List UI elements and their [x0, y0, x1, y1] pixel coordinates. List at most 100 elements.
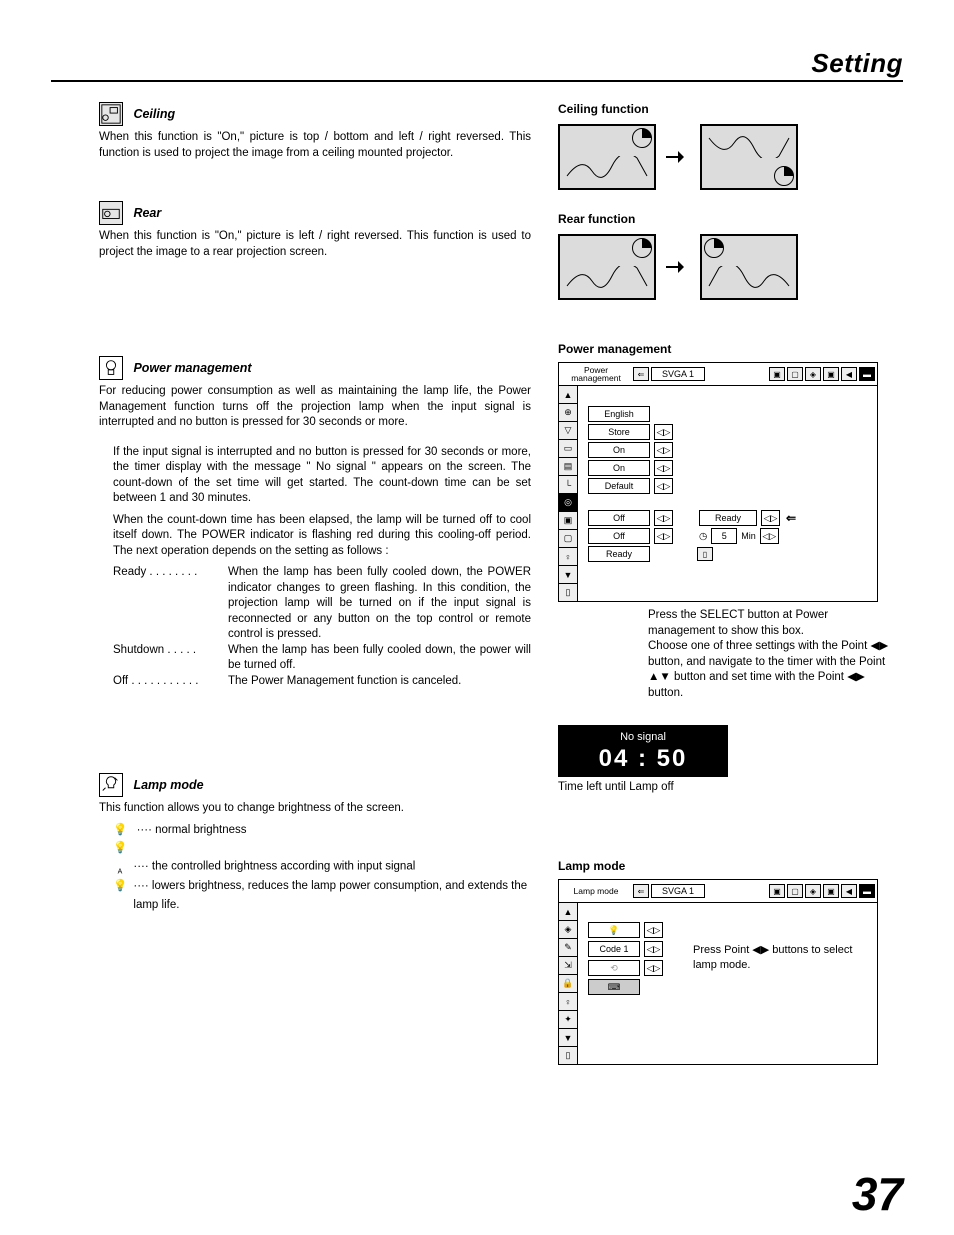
- pm-row-default: Default: [588, 478, 650, 494]
- osd-nav-icon: ⊕: [559, 404, 577, 422]
- ceiling-diagram: [558, 124, 898, 190]
- power-mgmt-icon: [99, 356, 123, 380]
- lr-arrow-icon: ◁▷: [654, 442, 673, 458]
- osd-nav-icon: ▢: [559, 530, 577, 548]
- pm-fig-title: Power management: [558, 342, 898, 356]
- mode-ready-label: Ready . . . . . . . .: [113, 565, 228, 643]
- osd-mini-icon: ▢: [787, 884, 803, 898]
- osd-nav-icon: ▯: [559, 1047, 577, 1064]
- arrow-right-icon: [666, 263, 690, 271]
- lamp-auto-text: ···· the controlled brightness according…: [133, 861, 415, 873]
- osd-nav-icon: ♀: [559, 548, 577, 566]
- osd-nav-icon: ▽: [559, 422, 577, 440]
- header-rule: [51, 80, 903, 82]
- pm-caption2: Choose one of three settings with the Po…: [648, 640, 888, 699]
- lamp-eco-row: 💡 ···· lowers brightness, reduces the la…: [113, 877, 531, 914]
- mode-off-label: Off . . . . . . . . . . .: [113, 674, 228, 690]
- osd-mini-icon: ▣: [823, 884, 839, 898]
- lamp-normal-text: ···· normal brightness: [137, 824, 247, 836]
- ceiling-body: When this function is "On," picture is t…: [99, 130, 531, 161]
- rear-body: When this function is "On," picture is l…: [99, 229, 531, 260]
- no-signal-box: No signal 04 : 50: [558, 725, 728, 777]
- pm-row-on2: On: [588, 460, 650, 476]
- osd-mini-icon: ▣: [769, 367, 785, 381]
- mode-off-desc: The Power Management function is cancele…: [228, 674, 531, 690]
- osd-mini-icon: ▢: [787, 367, 803, 381]
- osd-nav-icon: ▤: [559, 458, 577, 476]
- osd-mini-icon: ◈: [805, 884, 821, 898]
- manual-page: Setting Ceiling When this function is "O…: [0, 0, 954, 1235]
- page-number: 37: [852, 1167, 903, 1221]
- lamp-auto-row: 💡A ···· the controlled brightness accord…: [113, 839, 531, 877]
- osd-mini-icon: ▣: [769, 884, 785, 898]
- lr-arrow-icon: ◁▷: [644, 922, 663, 938]
- page-header: Setting: [811, 48, 903, 79]
- mode-off-row: Off . . . . . . . . . . . The Power Mana…: [113, 674, 531, 690]
- power-mgmt-body1: For reducing power consumption as well a…: [99, 384, 531, 431]
- rear-icon: [99, 201, 123, 225]
- no-signal-caption: Time left until Lamp off: [558, 781, 898, 793]
- ceiling-icon: [99, 102, 123, 126]
- osd-mini-icon: ▣: [823, 367, 839, 381]
- lr-arrow-icon: ◁▷: [760, 528, 779, 544]
- osd-nav-icon: ✎: [559, 939, 577, 957]
- power-mgmt-title: Power management: [133, 361, 251, 375]
- pm-panel-ready: Ready: [699, 510, 757, 526]
- pm-panel-min-label: Min: [741, 531, 756, 541]
- osd-nav-icon: ▭: [559, 440, 577, 458]
- pm-panel-min-val: 5: [711, 528, 737, 544]
- lr-arrow-icon: ◁▷: [654, 424, 673, 440]
- lamp-mode-icon: [99, 773, 123, 797]
- pointer-icon: ⇐: [786, 511, 796, 525]
- pm-osd-title: Power management: [561, 366, 631, 383]
- lamp-eco-text: ···· lowers brightness, reduces the lamp…: [133, 877, 531, 914]
- osd-nav-up-icon: ▲: [559, 903, 577, 921]
- pm-row-ready: Ready: [588, 546, 650, 562]
- lr-arrow-icon: ◁▷: [654, 460, 673, 476]
- arrow-right-icon: [666, 153, 690, 161]
- lr-arrow-icon: ◁▷: [644, 941, 663, 957]
- pm-row-lang: English: [588, 406, 650, 422]
- pm-osd-signal: SVGA 1: [651, 367, 705, 381]
- lamp-row-icon: 💡: [588, 922, 640, 938]
- lamp-row-code: Code 1: [588, 941, 640, 957]
- osd-nav-icon: ✦: [559, 1011, 577, 1029]
- osd-nav-icon: └: [559, 476, 577, 494]
- pm-row-store: Store: [588, 424, 650, 440]
- osd-nav-down-icon: ▼: [559, 1029, 577, 1047]
- lamp-row-rc: ⟲: [588, 960, 640, 976]
- mode-shutdown-label: Shutdown . . . . .: [113, 643, 228, 674]
- no-signal-time: 04 : 50: [558, 745, 728, 773]
- osd-nav-icon: ◈: [559, 921, 577, 939]
- lr-arrow-icon: ◁▷: [654, 528, 673, 544]
- lr-arrow-icon: ◁▷: [654, 510, 673, 526]
- osd-nav-icon: ▣: [559, 512, 577, 530]
- no-signal-msg: No signal: [558, 731, 728, 743]
- clock-icon: ◷: [699, 531, 707, 542]
- bulb-eco-icon: 💡: [113, 877, 127, 914]
- osd-mini-icon: ▬: [859, 367, 875, 381]
- lr-arrow-icon: ◁▷: [654, 478, 673, 494]
- bulb-normal-icon: 💡: [113, 821, 127, 839]
- osd-nav-icon: ⇲: [559, 957, 577, 975]
- lamp-osd: Lamp mode ⇐ SVGA 1 ▣ ▢ ◈ ▣ ◀ ▬ ▲ ◈ ✎: [558, 879, 878, 1065]
- rear-fig-title: Rear function: [558, 212, 898, 226]
- lamp-mode-intro: This function allows you to change brigh…: [99, 801, 531, 817]
- lamp-caption: Press Point ◀▶ buttons to select lamp mo…: [693, 943, 867, 973]
- osd-mini-icon: ◀: [841, 367, 857, 381]
- osd-nav-up-icon: ▲: [559, 386, 577, 404]
- osd-nav-icon: ◎: [559, 494, 577, 512]
- mode-ready-desc: When the lamp has been fully cooled down…: [228, 565, 531, 643]
- osd-mini-icon: ◀: [841, 884, 857, 898]
- pm-row-on1: On: [588, 442, 650, 458]
- osd-nav-icon: 🔒: [559, 975, 577, 993]
- pm-row-off2: Off: [588, 528, 650, 544]
- lamp-osd-title: Lamp mode: [561, 885, 631, 897]
- lr-arrow-icon: ◁▷: [644, 960, 663, 976]
- osd-back-icon: ⇐: [633, 367, 649, 381]
- pm-row-off1: Off: [588, 510, 650, 526]
- osd-back-icon: ⇐: [633, 884, 649, 898]
- osd-mini-icon: ◈: [805, 367, 821, 381]
- rear-title: Rear: [133, 206, 161, 220]
- osd-nav-down-icon: ▼: [559, 566, 577, 584]
